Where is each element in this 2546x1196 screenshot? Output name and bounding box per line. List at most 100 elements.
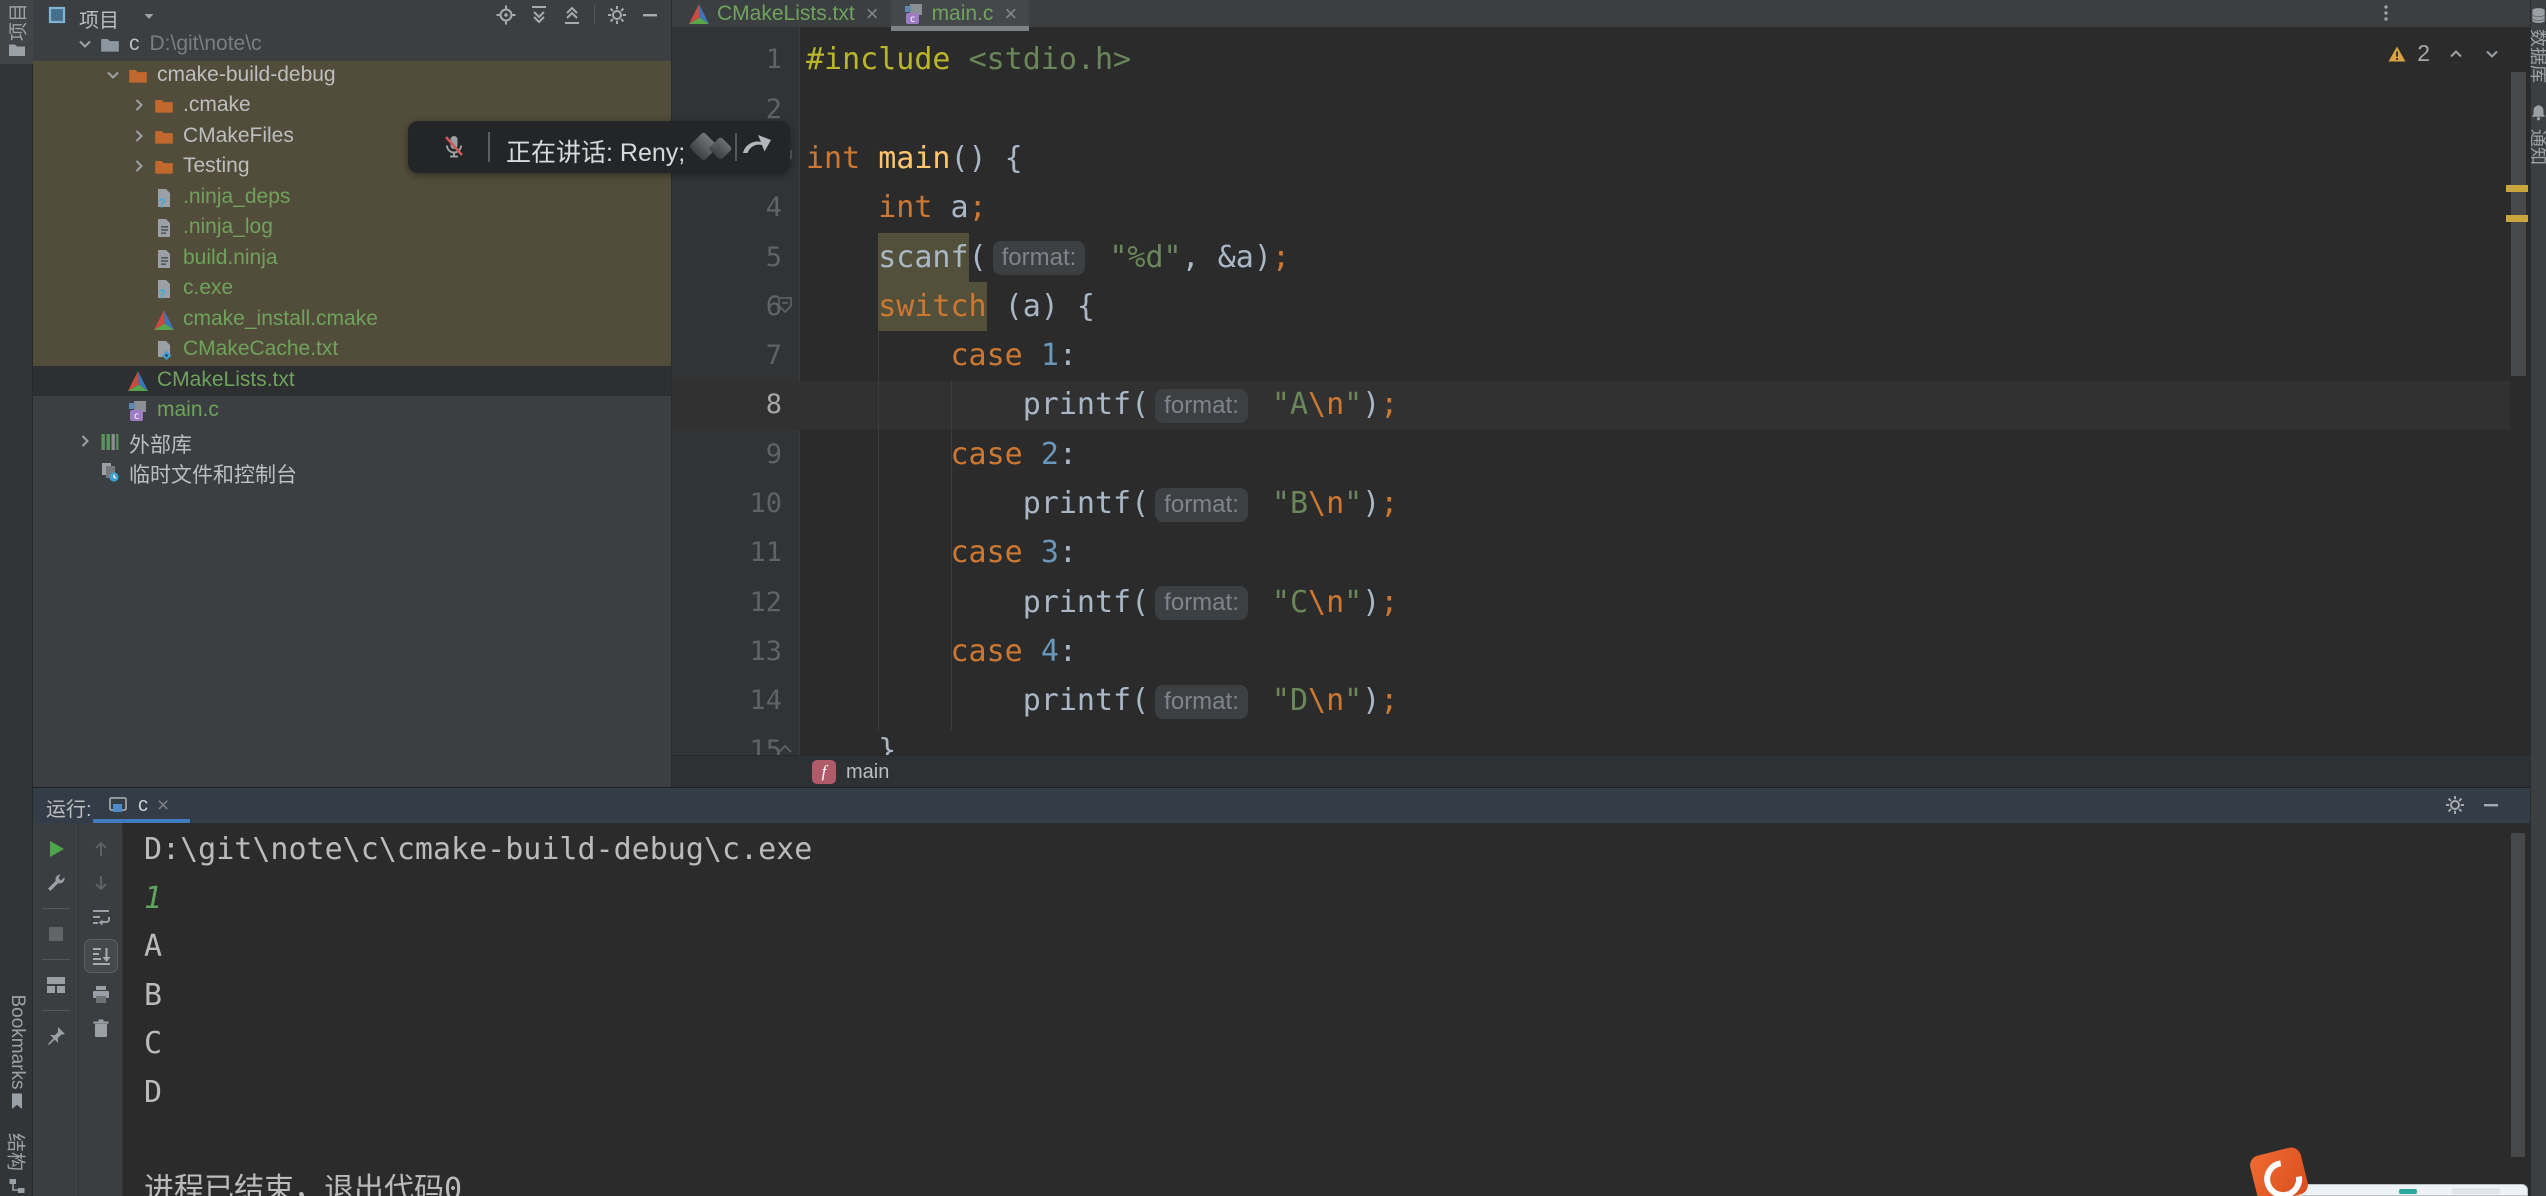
tree-item-.ninja_deps[interactable]: ?.ninja_deps	[33, 183, 671, 214]
edit-configuration-button[interactable]	[44, 871, 68, 895]
code-line-12[interactable]: printf(format: "C\n");	[806, 578, 2510, 627]
next-occurrence-button[interactable]	[89, 871, 113, 895]
code-line-9[interactable]: case 2:	[806, 430, 2510, 479]
prev-occurrence-button[interactable]	[89, 837, 113, 861]
line-number[interactable]: 6	[672, 282, 782, 331]
chevron-down-icon[interactable]	[103, 65, 123, 85]
breadcrumb-function-name[interactable]: main	[846, 761, 889, 784]
rerun-button[interactable]	[44, 837, 68, 861]
code-token: \n	[1308, 683, 1344, 718]
chevron-down-icon[interactable]	[75, 34, 95, 54]
scroll-to-end-button[interactable]	[84, 939, 118, 973]
tree-item-c[interactable]: cD:\git\note\c	[33, 30, 671, 61]
tree-item-cmake-build-debug[interactable]: cmake-build-debug	[33, 61, 671, 92]
overlay-annotation-arrows-icon[interactable]	[688, 127, 784, 167]
line-number[interactable]: 9	[672, 430, 782, 479]
tree-item-cmake_install.cmake[interactable]: cmake_install.cmake	[33, 305, 671, 336]
folder-orange-icon	[153, 95, 175, 117]
pin-button[interactable]	[44, 1024, 68, 1048]
close-icon[interactable]: ×	[1004, 1, 1017, 27]
tree-item-.cmake[interactable]: .cmake	[33, 91, 671, 122]
hide-button[interactable]	[2480, 794, 2502, 816]
tree-item-label: main.c	[157, 398, 219, 422]
chevron-right-icon[interactable]	[129, 95, 149, 115]
bookmarks-stripe-label: Bookmarks	[6, 994, 28, 1089]
code-line-2[interactable]	[806, 85, 2510, 134]
tree-item-外部库[interactable]: 外部库	[33, 427, 671, 458]
close-icon[interactable]: ×	[866, 1, 879, 27]
file-text-icon	[153, 248, 175, 270]
editor-tab-main.c[interactable]: cmain.c×	[891, 0, 1030, 27]
line-number[interactable]: 15	[672, 726, 782, 755]
line-number[interactable]: 5	[672, 233, 782, 282]
code-line-11[interactable]: case 3:	[806, 528, 2510, 577]
code-line-13[interactable]: case 4:	[806, 627, 2510, 676]
tree-item-CMakeLists.txt[interactable]: CMakeLists.txt	[33, 366, 671, 397]
warning-stripe-mark[interactable]	[2506, 215, 2528, 222]
code-line-15[interactable]: }	[806, 726, 2510, 755]
warning-stripe-mark[interactable]	[2506, 185, 2528, 192]
fold-collapse-icon[interactable]	[775, 295, 795, 315]
line-number[interactable]: 1	[672, 35, 782, 84]
tree-item-临时文件和控制台[interactable]: 临时文件和控制台	[33, 457, 671, 488]
settings-button[interactable]	[606, 4, 628, 26]
run-tab[interactable]: c ×	[93, 788, 183, 823]
code-line-4[interactable]: int a;	[806, 183, 2510, 232]
project-panel-title[interactable]: 项目	[79, 4, 119, 33]
line-number[interactable]: 14	[672, 676, 782, 725]
code-line-6[interactable]: switch (a) {	[806, 282, 2510, 331]
code-line-7[interactable]: case 1:	[806, 331, 2510, 380]
tree-item-.ninja_log[interactable]: .ninja_log	[33, 213, 671, 244]
code-line-14[interactable]: printf(format: "D\n");	[806, 676, 2510, 725]
clion-window: 项目 Bookmarks 结构 项目 cD:\git\note\ccmake-b…	[0, 0, 2546, 1196]
inspections-widget[interactable]: 2	[2387, 40, 2502, 67]
print-button[interactable]	[89, 983, 113, 1007]
layout-button[interactable]	[44, 973, 68, 997]
fold-bottom-icon[interactable]	[775, 739, 795, 759]
folder-orange-icon	[153, 126, 175, 148]
line-number[interactable]: 8	[672, 380, 782, 429]
line-number[interactable]: 7	[672, 331, 782, 380]
cmake-icon	[688, 3, 710, 25]
tree-item-main.c[interactable]: cmain.c	[33, 396, 671, 427]
run-panel-header: 运行: c ×	[33, 788, 2530, 823]
tree-item-path: D:\git\note\c	[150, 32, 262, 55]
line-number[interactable]: 13	[672, 627, 782, 676]
next-warning-chevron-icon[interactable]	[2482, 44, 2502, 64]
tool-window-button-project[interactable]: 项目	[0, 0, 33, 64]
line-number[interactable]: 10	[672, 479, 782, 528]
expand-all-button[interactable]	[528, 4, 550, 26]
chevron-right-icon[interactable]	[129, 156, 149, 176]
tree-item-c.exe[interactable]: ?c.exe	[33, 274, 671, 305]
locate-button[interactable]	[495, 4, 517, 26]
editor-scrollbar[interactable]	[2511, 72, 2526, 376]
close-icon[interactable]: ×	[157, 794, 169, 818]
right-tool-stripe: 数据库通知	[2530, 0, 2546, 1196]
tree-item-build.ninja[interactable]: build.ninja	[33, 244, 671, 275]
tree-item-CMakeCache.txt[interactable]: CMakeCache.txt	[33, 335, 671, 366]
tab-options-kebab-icon[interactable]	[2376, 3, 2396, 23]
console-scrollbar[interactable]	[2511, 833, 2525, 1157]
microphone-muted-icon[interactable]	[440, 133, 468, 161]
chevron-down-icon[interactable]	[139, 6, 159, 26]
code-line-3[interactable]: int main() {	[806, 134, 2510, 183]
line-number[interactable]: 12	[672, 578, 782, 627]
settings-button[interactable]	[2444, 794, 2466, 816]
code-line-8[interactable]: printf(format: "A\n");	[806, 380, 2510, 429]
code-line-1[interactable]: #include <stdio.h>	[806, 35, 2510, 84]
code-area[interactable]: #include <stdio.h> int main() { int a; sc…	[800, 27, 2510, 755]
console-output[interactable]: D:\git\note\c\cmake-build-debug\c.exe1AB…	[122, 826, 2500, 1196]
code-line-10[interactable]: printf(format: "B\n");	[806, 479, 2510, 528]
hide-button[interactable]	[639, 4, 661, 26]
line-number[interactable]: 4	[672, 183, 782, 232]
soft-wrap-button[interactable]	[89, 905, 113, 929]
prev-warning-chevron-icon[interactable]	[2446, 44, 2466, 64]
code-line-5[interactable]: scanf(format: "%d", &a);	[806, 233, 2510, 282]
editor-tab-CMakeLists.txt[interactable]: CMakeLists.txt×	[676, 0, 891, 27]
line-number[interactable]: 11	[672, 528, 782, 577]
chevron-right-icon[interactable]	[75, 431, 95, 451]
clear-button[interactable]	[89, 1017, 113, 1041]
stop-button[interactable]	[44, 922, 68, 946]
collapse-all-button[interactable]	[561, 4, 583, 26]
chevron-right-icon[interactable]	[129, 126, 149, 146]
